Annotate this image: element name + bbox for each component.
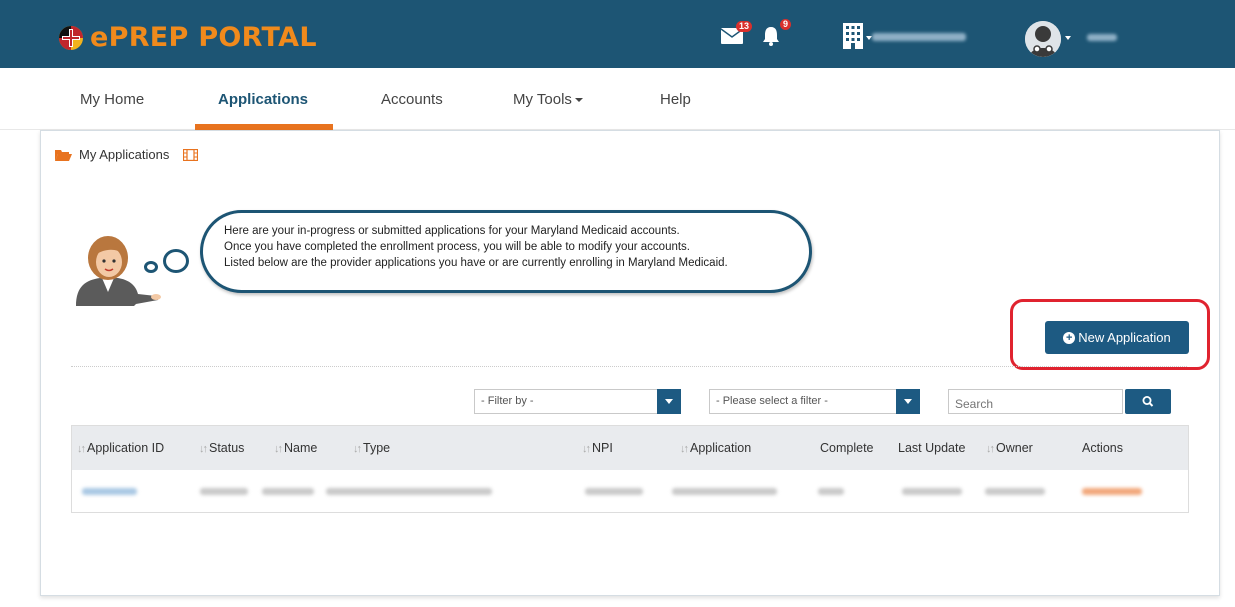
filter-by-value: - Filter by -: [481, 395, 534, 407]
maryland-flag-icon: [59, 25, 83, 50]
breadcrumb-label[interactable]: My Applications: [79, 147, 169, 162]
row-action-icons[interactable]: [1082, 488, 1142, 495]
chevron-down-icon: [896, 389, 920, 414]
portal-logo-text: ePREP PORTAL: [90, 22, 317, 53]
search-button[interactable]: [1125, 389, 1171, 414]
column-header-last-update: Last Update: [898, 441, 966, 455]
column-header-application-id[interactable]: ↓↑ Application ID: [77, 441, 164, 455]
info-speech-bubble: Here are your in-progress or submitted a…: [200, 210, 812, 293]
portal-logo[interactable]: ePREP PORTAL: [58, 22, 317, 53]
mail-count-badge: 13: [735, 21, 752, 32]
breadcrumb: My Applications: [55, 147, 199, 162]
cell-type-redacted: [326, 488, 492, 495]
column-header-owner[interactable]: ↓↑ Owner: [986, 441, 1033, 455]
column-header-type[interactable]: ↓↑ Type: [353, 441, 390, 455]
bell-icon: [763, 27, 779, 46]
search-input[interactable]: [948, 389, 1123, 414]
notification-count-badge: 9: [779, 19, 791, 30]
column-header-npi[interactable]: ↓↑ NPI: [582, 441, 613, 455]
nav-my-tools-label: My Tools: [513, 91, 572, 108]
sort-icon: ↓↑: [582, 443, 591, 455]
thought-bubble-dot-small: [144, 261, 158, 273]
cell-application-redacted: [672, 488, 777, 495]
cell-npi-redacted: [585, 488, 643, 495]
filter-value-select[interactable]: - Please select a filter -: [709, 389, 920, 414]
sort-icon: ↓↑: [274, 443, 283, 455]
info-line-2: Once you have completed the enrollment p…: [224, 241, 690, 253]
organization-name-redacted: [872, 33, 966, 41]
cell-application-id-redacted[interactable]: [82, 488, 137, 495]
filter-value-text: - Please select a filter -: [716, 395, 828, 407]
folder-open-icon: [55, 149, 72, 161]
nav-applications[interactable]: Applications: [218, 91, 308, 108]
nav-accounts[interactable]: Accounts: [381, 91, 443, 108]
cell-complete-redacted: [818, 488, 844, 495]
info-line-3: Listed below are the provider applicatio…: [224, 257, 728, 269]
nav-my-home[interactable]: My Home: [80, 91, 144, 108]
sort-icon: ↓↑: [199, 443, 208, 455]
nav-help[interactable]: Help: [660, 91, 691, 108]
sort-icon: ↓↑: [77, 443, 86, 455]
section-divider: [71, 366, 1187, 367]
chevron-down-icon: [1065, 36, 1071, 40]
cell-name-redacted: [262, 488, 314, 495]
cell-last-update-redacted: [902, 488, 962, 495]
new-application-label: New Application: [1078, 330, 1171, 345]
notifications-button[interactable]: 9: [762, 19, 791, 46]
search-icon: [1142, 396, 1154, 407]
info-line-1: Here are your in-progress or submitted a…: [224, 225, 680, 237]
plus-circle-icon: +: [1063, 331, 1076, 344]
thought-bubble-dot-large: [163, 249, 189, 273]
sort-icon: ↓↑: [680, 443, 689, 455]
table-row[interactable]: [72, 470, 1188, 512]
applications-table: ↓↑ Application ID ↓↑ Status ↓↑ Name ↓↑ Type …: [71, 425, 1189, 513]
table-header: ↓↑ Application ID ↓↑ Status ↓↑ Name ↓↑ Type …: [72, 426, 1188, 470]
user-name-redacted: [1087, 34, 1117, 41]
column-header-status[interactable]: ↓↑ Status: [199, 441, 244, 455]
column-header-complete: Complete: [820, 441, 874, 455]
column-header-application[interactable]: ↓↑ Application: [680, 441, 751, 455]
cell-status-redacted: [200, 488, 248, 495]
building-icon: [843, 23, 863, 49]
sort-icon: ↓↑: [353, 443, 362, 455]
main-nav: My Home Applications Accounts My Tools H…: [0, 68, 1235, 130]
chevron-down-icon: [574, 98, 583, 103]
filter-by-select[interactable]: - Filter by -: [474, 389, 681, 414]
column-header-actions: Actions: [1082, 441, 1123, 455]
top-header: ePREP PORTAL 13 9: [0, 0, 1235, 68]
nav-my-tools[interactable]: My Tools: [513, 91, 583, 108]
mail-button[interactable]: 13: [720, 21, 752, 44]
user-avatar-icon: [1025, 21, 1061, 57]
new-application-button[interactable]: + New Application: [1045, 321, 1189, 354]
cell-owner-redacted: [985, 488, 1045, 495]
avatar: [1025, 21, 1061, 57]
video-tutorial-icon[interactable]: [183, 148, 199, 161]
chevron-down-icon: [657, 389, 681, 414]
sort-icon: ↓↑: [986, 443, 995, 455]
column-header-name[interactable]: ↓↑ Name: [274, 441, 317, 455]
